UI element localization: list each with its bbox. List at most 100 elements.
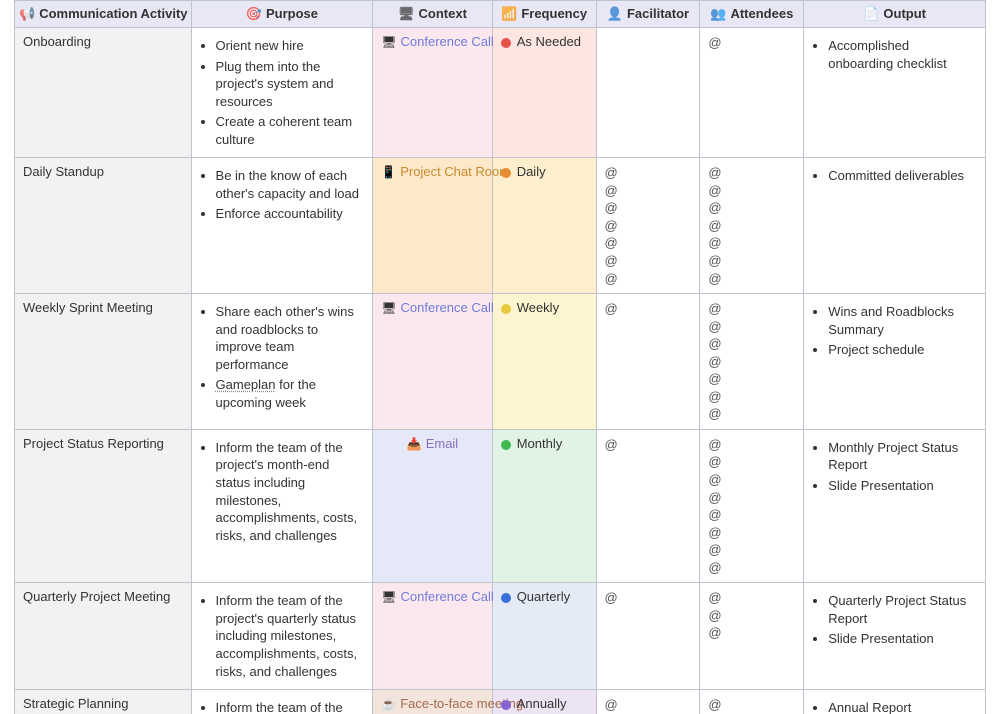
avatar[interactable]: @	[708, 270, 795, 288]
output-cell[interactable]: Accomplished onboarding checklist	[804, 28, 986, 158]
avatar[interactable]: @	[708, 370, 795, 388]
facilitator-cell[interactable]: @	[596, 583, 700, 690]
facilitator-cell[interactable]	[596, 28, 700, 158]
avatar[interactable]: @	[708, 589, 795, 607]
col-output[interactable]: 📄Output	[804, 1, 986, 28]
avatar[interactable]: @	[708, 405, 795, 423]
context-cell[interactable]: 🖥Conference Call	[373, 28, 492, 158]
output-item: Annual Report	[828, 699, 977, 714]
purpose-cell[interactable]: Orient new hirePlug them into the projec…	[191, 28, 373, 158]
context-cell[interactable]: 🖥Conference Call	[373, 294, 492, 430]
avatar[interactable]: @	[605, 234, 692, 252]
avatar[interactable]: @	[708, 252, 795, 270]
avatar[interactable]: @	[708, 436, 795, 454]
avatar[interactable]: @	[605, 696, 692, 714]
avatar[interactable]: @	[605, 199, 692, 217]
context-cell[interactable]: 📱Project Chat Room	[373, 158, 492, 294]
avatar[interactable]: @	[708, 335, 795, 353]
col-activity[interactable]: 📢Communication Activity	[15, 1, 192, 28]
attendees-cell[interactable]: @	[700, 28, 804, 158]
col-attendees[interactable]: 👥Attendees	[700, 1, 804, 28]
activity-name[interactable]: Weekly Sprint Meeting	[15, 294, 192, 430]
purpose-cell[interactable]: Inform the team of the project's annual …	[191, 690, 373, 714]
col-purpose[interactable]: 🎯Purpose	[191, 1, 373, 28]
document-icon: 📄	[863, 6, 879, 21]
avatar[interactable]: @	[605, 589, 692, 607]
avatar[interactable]: @	[708, 524, 795, 542]
avatar[interactable]: @	[605, 217, 692, 235]
col-frequency[interactable]: 📶Frequency	[492, 1, 596, 28]
frequency-cell[interactable]: Annually	[492, 690, 596, 714]
activity-name[interactable]: Strategic Planning	[15, 690, 192, 714]
frequency-dot-icon	[501, 304, 511, 314]
activity-name[interactable]: Daily Standup	[15, 158, 192, 294]
avatar[interactable]: @	[708, 489, 795, 507]
context-cell[interactable]: 🖥Conference Call	[373, 583, 492, 690]
purpose-item: Orient new hire	[216, 37, 365, 55]
attendees-cell[interactable]: @@@	[700, 690, 804, 714]
context-cell[interactable]: 📥Email	[373, 429, 492, 582]
avatar[interactable]: @	[605, 252, 692, 270]
avatar[interactable]: @	[708, 696, 795, 714]
avatar[interactable]: @	[605, 182, 692, 200]
activity-name[interactable]: Quarterly Project Meeting	[15, 583, 192, 690]
table-row: Project Status ReportingInform the team …	[15, 429, 986, 582]
attendees-cell[interactable]: @@@@@@@	[700, 294, 804, 430]
avatar[interactable]: @	[605, 270, 692, 288]
frequency-cell[interactable]: As Needed	[492, 28, 596, 158]
avatar[interactable]: @	[708, 300, 795, 318]
avatar[interactable]: @	[708, 607, 795, 625]
avatar[interactable]: @	[605, 300, 692, 318]
avatar[interactable]: @	[708, 34, 795, 52]
attendees-cell[interactable]: @@@@@@@@	[700, 429, 804, 582]
avatar[interactable]: @	[708, 388, 795, 406]
avatar[interactable]: @	[708, 182, 795, 200]
col-facilitator[interactable]: 👤Facilitator	[596, 1, 700, 28]
purpose-item: Enforce accountability	[216, 205, 365, 223]
avatar[interactable]: @	[708, 624, 795, 642]
facilitator-cell[interactable]: @@@@@@@	[596, 158, 700, 294]
purpose-item: Inform the team of the project's quarter…	[216, 592, 365, 680]
monitor-icon: 🖥	[398, 6, 415, 21]
facilitator-cell[interactable]: @	[596, 294, 700, 430]
avatar[interactable]: @	[605, 436, 692, 454]
purpose-item: Create a coherent team culture	[216, 113, 365, 148]
avatar[interactable]: @	[708, 318, 795, 336]
col-context[interactable]: 🖥Context	[373, 1, 492, 28]
avatar[interactable]: @	[708, 234, 795, 252]
activity-name[interactable]: Onboarding	[15, 28, 192, 158]
avatar[interactable]: @	[708, 217, 795, 235]
purpose-cell[interactable]: Be in the know of each other's capacity …	[191, 158, 373, 294]
frequency-cell[interactable]: Monthly	[492, 429, 596, 582]
output-cell[interactable]: Annual ReportSlide Presentation	[804, 690, 986, 714]
avatar[interactable]: @	[708, 453, 795, 471]
avatar[interactable]: @	[708, 541, 795, 559]
avatar[interactable]: @	[708, 471, 795, 489]
output-cell[interactable]: Committed deliverables	[804, 158, 986, 294]
table-header-row: 📢Communication Activity 🎯Purpose 🖥Contex…	[15, 1, 986, 28]
context-cell[interactable]: ☕Face-to-face meeting	[373, 690, 492, 714]
purpose-cell[interactable]: Inform the team of the project's month-e…	[191, 429, 373, 582]
avatar[interactable]: @	[708, 199, 795, 217]
output-cell[interactable]: Monthly Project Status ReportSlide Prese…	[804, 429, 986, 582]
facilitator-cell[interactable]: @	[596, 429, 700, 582]
output-cell[interactable]: Quarterly Project Status ReportSlide Pre…	[804, 583, 986, 690]
avatar[interactable]: @	[708, 506, 795, 524]
attendees-cell[interactable]: @@@	[700, 583, 804, 690]
output-cell[interactable]: Wins and Roadblocks SummaryProject sched…	[804, 294, 986, 430]
frequency-cell[interactable]: Daily	[492, 158, 596, 294]
facilitator-cell[interactable]: @	[596, 690, 700, 714]
frequency-cell[interactable]: Weekly	[492, 294, 596, 430]
avatar[interactable]: @	[605, 164, 692, 182]
megaphone-icon: 📢	[19, 6, 35, 21]
purpose-cell[interactable]: Inform the team of the project's quarter…	[191, 583, 373, 690]
context-icon: 🖥	[381, 301, 396, 315]
activity-name[interactable]: Project Status Reporting	[15, 429, 192, 582]
output-item: Committed deliverables	[828, 167, 977, 185]
frequency-cell[interactable]: Quarterly	[492, 583, 596, 690]
avatar[interactable]: @	[708, 353, 795, 371]
purpose-cell[interactable]: Share each other's wins and roadblocks t…	[191, 294, 373, 430]
avatar[interactable]: @	[708, 164, 795, 182]
attendees-cell[interactable]: @@@@@@@	[700, 158, 804, 294]
avatar[interactable]: @	[708, 559, 795, 577]
